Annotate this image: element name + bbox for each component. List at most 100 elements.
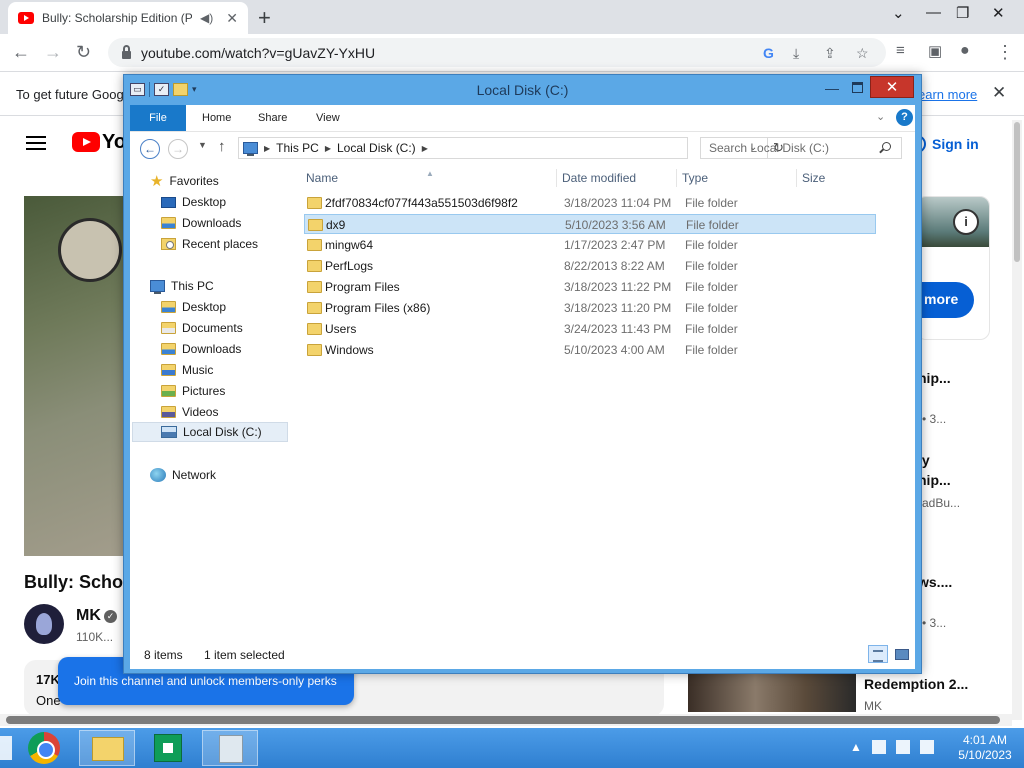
media-controls-icon[interactable]: ≡ bbox=[896, 42, 905, 59]
nav-fav-recent-places[interactable]: Recent places bbox=[161, 234, 258, 254]
tab-close-icon[interactable]: ✕ bbox=[226, 10, 238, 27]
info-bar-close-icon[interactable]: ✕ bbox=[992, 83, 1006, 103]
nav-favorites[interactable]: ★ Favorites bbox=[150, 171, 219, 191]
forward-arrow-icon[interactable]: → bbox=[44, 42, 62, 63]
bookmark-star-icon[interactable]: ☆ bbox=[856, 45, 869, 62]
nav-this-pc[interactable]: This PC bbox=[150, 276, 214, 296]
column-header-size[interactable]: Size bbox=[796, 167, 876, 189]
channel-avatar[interactable] bbox=[24, 604, 64, 644]
tab-share[interactable]: Share bbox=[248, 105, 297, 131]
page-scroll-thumb[interactable] bbox=[1014, 122, 1020, 262]
tab-search-chevron-icon[interactable]: ⌄ bbox=[892, 4, 905, 22]
recommendation-title[interactable]: ws.... bbox=[918, 574, 952, 590]
nav-pc-pictures[interactable]: Pictures bbox=[161, 381, 225, 401]
reload-icon[interactable]: ↻ bbox=[76, 42, 91, 63]
file-row[interactable]: Program Files (x86) 3/18/2023 11:20 PM F… bbox=[304, 298, 876, 318]
file-row-selected[interactable]: dx9 5/10/2023 3:56 AM File folder bbox=[304, 214, 876, 234]
volume-muted-icon[interactable] bbox=[919, 740, 934, 754]
minimize-icon[interactable]: — bbox=[818, 77, 846, 99]
nav-pc-local-disk[interactable]: Local Disk (C:) bbox=[132, 422, 288, 442]
back-arrow-icon[interactable]: ← bbox=[12, 42, 30, 63]
profile-icon[interactable]: ● bbox=[960, 42, 970, 60]
hamburger-menu-icon[interactable] bbox=[26, 136, 46, 150]
file-name: mingw64 bbox=[325, 238, 374, 252]
nav-pc-videos[interactable]: Videos bbox=[161, 402, 218, 422]
taskbar-store[interactable] bbox=[140, 730, 196, 766]
column-header-type[interactable]: Type bbox=[676, 167, 796, 189]
nav-fav-desktop[interactable]: Desktop bbox=[161, 192, 226, 212]
nav-pc-documents[interactable]: Documents bbox=[161, 318, 243, 338]
tab-file[interactable]: File bbox=[130, 105, 186, 131]
recommendation-title[interactable]: hip... bbox=[918, 370, 951, 386]
breadcrumb-separator-icon[interactable]: ▶ bbox=[325, 144, 331, 153]
recommendation-title[interactable]: Redemption 2... bbox=[864, 676, 968, 692]
taskbar-recycle-app[interactable] bbox=[202, 730, 258, 766]
details-view-icon[interactable] bbox=[868, 645, 888, 663]
nav-network[interactable]: Network bbox=[150, 465, 216, 485]
file-row[interactable]: 2fdf70834cf077f443a551503d6f98f2 3/18/20… bbox=[304, 193, 876, 213]
recommendation-thumbnail[interactable] bbox=[688, 674, 856, 712]
share-icon[interactable]: ⇪ bbox=[824, 45, 836, 62]
breadcrumb-separator-icon[interactable]: ▶ bbox=[422, 144, 428, 153]
page-scroll-hthumb[interactable] bbox=[6, 716, 1000, 724]
address-bar[interactable]: youtube.com/watch?v=gUavZY-YxHU G ⤓ ⇪ ☆ bbox=[108, 38, 886, 67]
show-hidden-icons-chevron-icon[interactable]: ▲ bbox=[850, 740, 862, 754]
ad-learn-more-button[interactable]: more bbox=[918, 282, 974, 318]
side-panel-icon[interactable]: ▣ bbox=[928, 42, 942, 60]
recent-locations-chevron-icon[interactable]: ▼ bbox=[198, 140, 207, 150]
speaker-icon[interactable]: ◀) bbox=[200, 11, 213, 25]
network-tray-icon[interactable] bbox=[895, 740, 910, 754]
recommendation-title[interactable]: hip... bbox=[918, 472, 951, 488]
maximize-icon[interactable] bbox=[844, 77, 872, 99]
breadcrumb-separator-icon[interactable]: ▶ bbox=[264, 144, 270, 153]
more-menu-icon[interactable]: ⋮ bbox=[996, 42, 1014, 63]
column-header-date-modified[interactable]: Date modified bbox=[556, 167, 676, 189]
learn-more-link[interactable]: earn more bbox=[918, 87, 977, 102]
breadcrumb-this-pc[interactable]: This PC bbox=[276, 141, 319, 155]
channel-name[interactable]: MK bbox=[76, 607, 101, 625]
recommendation-channel[interactable]: MK bbox=[864, 699, 882, 713]
back-arrow-icon[interactable]: ← bbox=[140, 139, 160, 159]
start-button[interactable] bbox=[0, 736, 12, 760]
expand-ribbon-chevron-icon[interactable]: ⌄ bbox=[876, 110, 885, 123]
youtube-logo-icon[interactable] bbox=[72, 132, 100, 152]
browser-close-icon[interactable]: ✕ bbox=[992, 4, 1005, 22]
search-icon[interactable] bbox=[882, 142, 891, 151]
file-row[interactable]: PerfLogs 8/22/2013 8:22 AM File folder bbox=[304, 256, 876, 276]
tab-home[interactable]: Home bbox=[192, 105, 241, 131]
large-icons-view-icon[interactable] bbox=[892, 645, 912, 663]
new-tab-button[interactable]: + bbox=[258, 5, 271, 31]
taskbar-chrome[interactable] bbox=[16, 730, 72, 766]
up-arrow-icon[interactable]: ↑ bbox=[218, 138, 226, 155]
file-row[interactable]: Program Files 3/18/2023 11:22 PM File fo… bbox=[304, 277, 876, 297]
browser-restore-icon[interactable]: ❐ bbox=[956, 4, 969, 22]
taskbar-clock[interactable]: 4:01 AM 5/10/2023 bbox=[952, 733, 1018, 763]
help-icon[interactable]: ? bbox=[896, 109, 913, 126]
browser-minimize-icon[interactable]: — bbox=[926, 4, 941, 21]
search-input[interactable]: Search Local Disk (C:) bbox=[700, 137, 902, 159]
info-icon[interactable]: i bbox=[953, 209, 979, 235]
google-lens-icon[interactable]: G bbox=[763, 45, 774, 61]
nav-fav-downloads[interactable]: Downloads bbox=[161, 213, 241, 233]
taskbar-file-explorer[interactable] bbox=[79, 730, 135, 766]
nav-pc-downloads[interactable]: Downloads bbox=[161, 339, 241, 359]
file-row[interactable]: Users 3/24/2023 11:43 PM File folder bbox=[304, 319, 876, 339]
file-row[interactable]: Windows 5/10/2023 4:00 AM File folder bbox=[304, 340, 876, 360]
breadcrumb-local-disk[interactable]: Local Disk (C:) bbox=[337, 141, 416, 155]
forward-arrow-icon[interactable]: → bbox=[168, 139, 188, 159]
address-bar[interactable]: ▶ This PC ▶ Local Disk (C:) ▶ ⌄ ↻ bbox=[238, 137, 784, 159]
tab-view[interactable]: View bbox=[306, 105, 350, 131]
nav-pc-desktop[interactable]: Desktop bbox=[161, 297, 226, 317]
browser-tab[interactable]: Bully: Scholarship Edition (PC ◀) ✕ bbox=[8, 2, 248, 34]
ad-card[interactable]: i bbox=[916, 196, 990, 340]
tab-title: Bully: Scholarship Edition (PC bbox=[42, 11, 192, 25]
column-header-name[interactable]: Name ▲ bbox=[300, 167, 556, 189]
action-center-flag-icon[interactable] bbox=[871, 740, 886, 754]
lock-icon[interactable] bbox=[122, 44, 131, 59]
close-icon[interactable]: ✕ bbox=[870, 76, 914, 98]
sign-in-label: Sign in bbox=[932, 136, 979, 152]
video-player[interactable] bbox=[24, 196, 134, 556]
file-row[interactable]: mingw64 1/17/2023 2:47 PM File folder bbox=[304, 235, 876, 255]
install-icon[interactable]: ⤓ bbox=[793, 45, 799, 62]
nav-pc-music[interactable]: Music bbox=[161, 360, 213, 380]
